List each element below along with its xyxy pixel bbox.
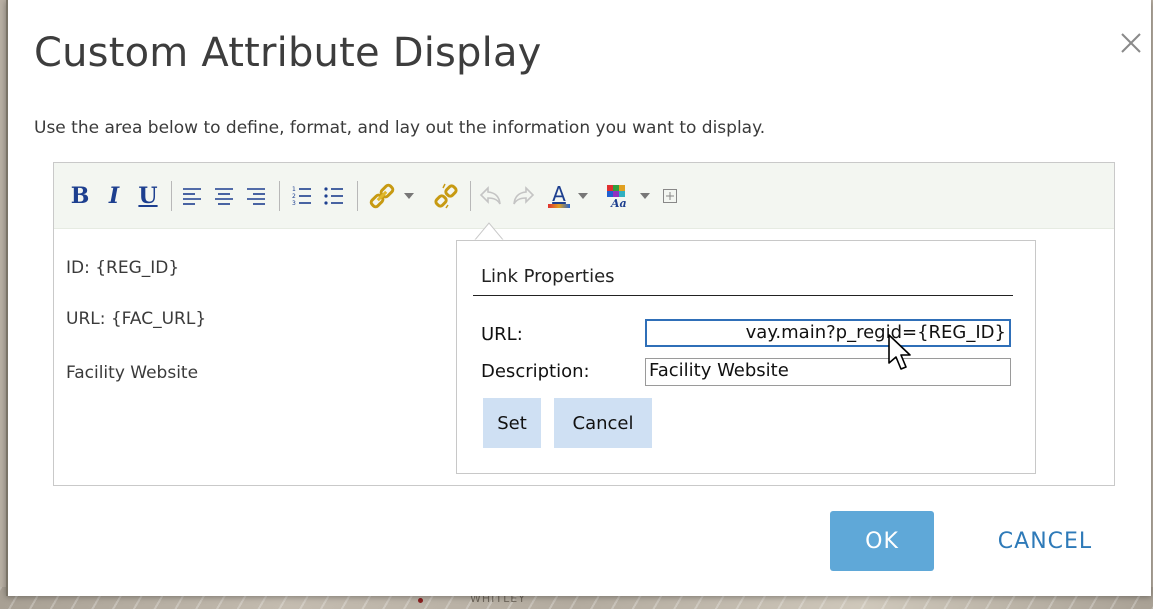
svg-text:1: 1	[292, 186, 296, 193]
align-center-icon	[215, 188, 233, 205]
undo-icon	[479, 186, 501, 205]
popup-pointer	[474, 222, 504, 241]
insert-table-button[interactable]	[658, 183, 682, 209]
content-line-link-text[interactable]: Facility Website	[66, 363, 198, 383]
close-icon	[1121, 33, 1141, 53]
chevron-down-icon	[640, 193, 650, 199]
underline-button[interactable]: U	[136, 183, 160, 209]
font-color-icon: A	[552, 181, 566, 206]
font-color-dropdown[interactable]	[576, 183, 590, 209]
bold-button[interactable]: B	[68, 183, 92, 209]
highlight-color-button[interactable]: Aa	[602, 183, 634, 209]
create-link-button[interactable]	[364, 183, 400, 209]
close-button[interactable]	[1118, 30, 1144, 56]
create-link-dropdown[interactable]	[402, 183, 416, 209]
content-line-url: URL: {FAC_URL}	[66, 309, 207, 329]
unordered-list-button[interactable]	[320, 183, 348, 209]
svg-text:3: 3	[292, 200, 296, 207]
font-color-button[interactable]: A	[544, 183, 574, 209]
content-line-id: ID: {REG_ID}	[66, 258, 180, 278]
svg-text:Aa: Aa	[610, 197, 627, 209]
toolbar-separator	[470, 181, 471, 211]
ordered-list-button[interactable]: 123	[288, 183, 316, 209]
remove-link-button[interactable]	[430, 183, 462, 209]
url-input[interactable]: vay.main?p_regid={REG_ID}	[645, 319, 1011, 347]
popup-cancel-button[interactable]: Cancel	[554, 398, 652, 448]
align-left-icon	[183, 188, 201, 205]
font-color-swatch	[548, 203, 570, 208]
unordered-list-icon	[324, 187, 343, 205]
highlight-color-dropdown[interactable]	[638, 183, 652, 209]
align-right-icon	[247, 188, 265, 205]
chevron-down-icon	[404, 193, 414, 199]
chevron-down-icon	[578, 193, 588, 199]
mouse-cursor-icon	[888, 334, 911, 370]
description-label: Description:	[481, 361, 590, 382]
link-properties-title: Link Properties	[481, 266, 615, 287]
link-properties-popup: Link Properties URL: vay.main?p_regid={R…	[456, 240, 1036, 474]
ok-button[interactable]: OK	[830, 511, 934, 571]
map-marker	[418, 598, 423, 603]
dialog-title: Custom Attribute Display	[34, 30, 542, 76]
cancel-button[interactable]: CANCEL	[970, 511, 1120, 571]
ordered-list-icon: 123	[292, 186, 311, 207]
undo-button[interactable]	[476, 183, 506, 209]
toolbar-separator	[279, 181, 280, 211]
italic-button[interactable]: I	[102, 183, 126, 209]
toolbar-separator	[171, 181, 172, 211]
dialog-instructions: Use the area below to define, format, an…	[34, 118, 766, 138]
url-label: URL:	[481, 324, 523, 345]
align-center-button[interactable]	[210, 183, 238, 209]
editor-toolbar: B I U 123 A Aa	[54, 163, 1114, 229]
svg-text:2: 2	[292, 193, 296, 200]
remove-link-icon	[434, 183, 458, 209]
align-right-button[interactable]	[242, 183, 270, 209]
align-left-button[interactable]	[178, 183, 206, 209]
highlight-color-icon: Aa	[607, 185, 627, 209]
create-link-icon	[369, 183, 395, 209]
insert-table-icon	[663, 189, 677, 203]
redo-icon	[513, 186, 535, 205]
toolbar-separator	[357, 181, 358, 211]
set-button[interactable]: Set	[483, 398, 541, 448]
title-divider	[473, 295, 1013, 296]
redo-button[interactable]	[508, 183, 538, 209]
custom-attribute-dialog: Custom Attribute Display Use the area be…	[6, 0, 1151, 596]
description-input[interactable]: Facility Website	[645, 358, 1011, 386]
